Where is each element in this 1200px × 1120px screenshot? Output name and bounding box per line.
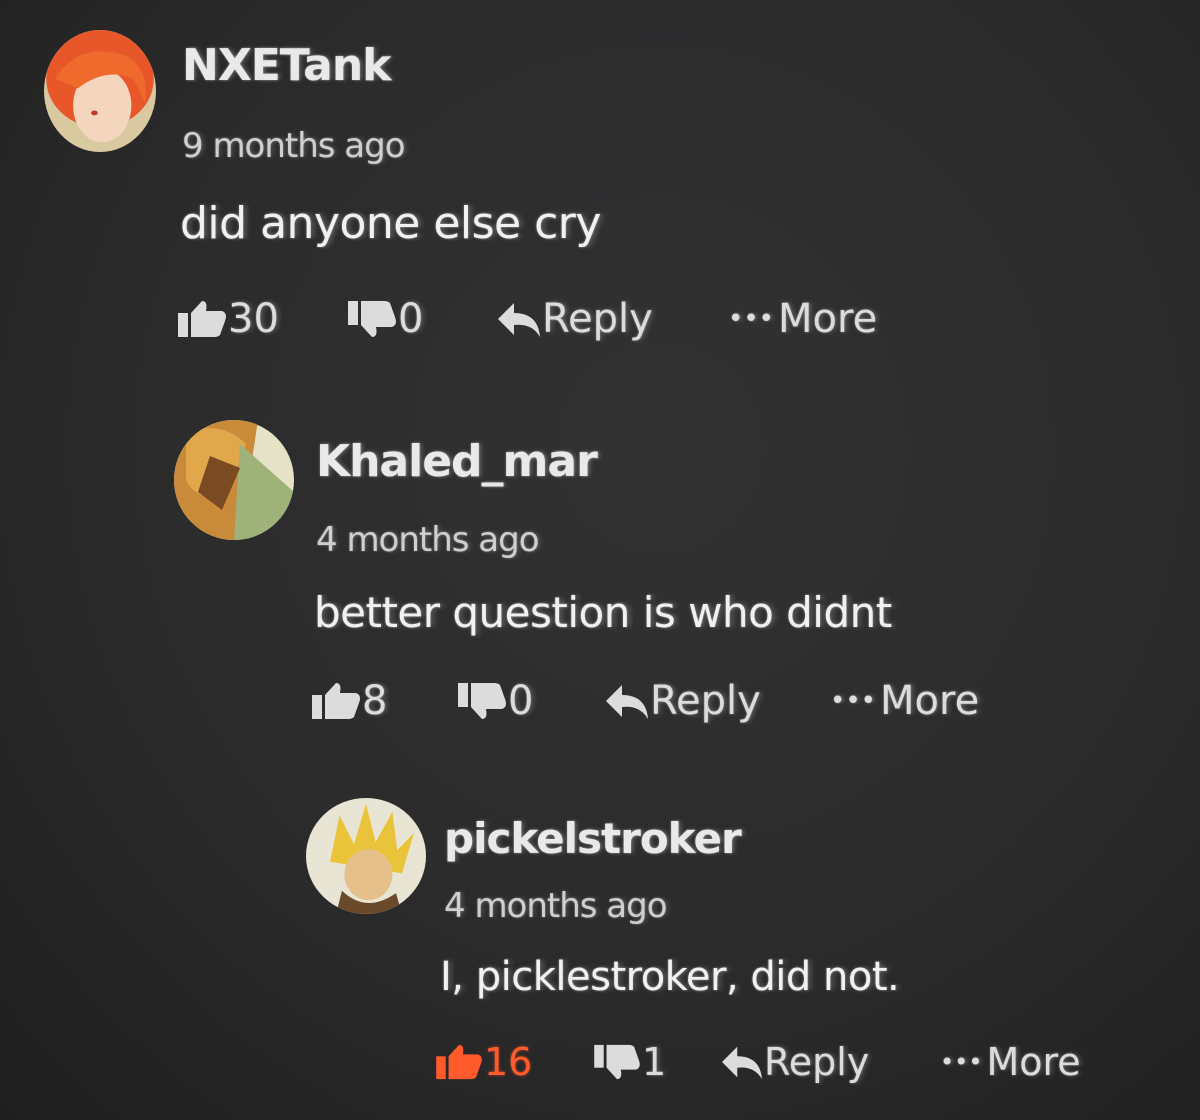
dislike-count: 0 [398, 296, 424, 342]
reply-label: Reply [650, 678, 761, 724]
reply-button[interactable]: Reply [720, 1040, 940, 1084]
dislike-button[interactable]: 0 [456, 678, 604, 724]
ellipsis-icon: ••• [940, 1048, 983, 1076]
more-label: More [880, 678, 980, 724]
thumbs-up-icon [310, 681, 362, 721]
dislike-button[interactable]: 1 [592, 1040, 720, 1084]
avatar-orange-hair-icon [44, 30, 156, 152]
reply-label: Reply [764, 1040, 870, 1084]
comment-body: better question is who didnt [314, 588, 892, 637]
like-button[interactable]: 30 [176, 296, 346, 342]
comment-actions: 16 1 Reply ••• More [434, 1040, 1081, 1084]
reply-button[interactable]: Reply [496, 296, 728, 342]
comment-actions: 30 0 Reply ••• More [176, 296, 877, 342]
username[interactable]: NXETank [182, 40, 391, 91]
reply-arrow-icon [720, 1043, 764, 1081]
reply-arrow-icon [604, 681, 650, 721]
avatar[interactable] [174, 420, 294, 540]
like-count: 16 [484, 1040, 533, 1084]
like-button[interactable]: 16 [434, 1040, 592, 1084]
ellipsis-icon: ••• [728, 304, 775, 334]
avatar[interactable] [44, 30, 156, 152]
timestamp: 4 months ago [444, 886, 668, 926]
comment-body: I, picklestroker, did not. [440, 954, 900, 1000]
reply-arrow-icon [496, 299, 542, 339]
dislike-count: 0 [508, 678, 534, 724]
like-button[interactable]: 8 [310, 678, 456, 724]
thumbs-up-icon [176, 299, 228, 339]
avatar-spiky-hair-icon [306, 798, 426, 914]
username[interactable]: pickelstroker [444, 814, 742, 863]
reply-label: Reply [542, 296, 653, 342]
ellipsis-icon: ••• [830, 686, 877, 716]
thumbs-down-icon [346, 299, 398, 339]
username[interactable]: Khaled_mar [316, 436, 598, 487]
like-count: 8 [362, 678, 388, 724]
avatar-anime-character-icon [174, 420, 294, 540]
timestamp: 4 months ago [316, 520, 540, 560]
comment-actions: 8 0 Reply ••• More [310, 678, 979, 724]
timestamp: 9 months ago [182, 126, 406, 166]
dislike-button[interactable]: 0 [346, 296, 496, 342]
comment-body: did anyone else cry [180, 198, 601, 249]
more-button[interactable]: ••• More [940, 1040, 1081, 1084]
more-label: More [986, 1040, 1081, 1084]
thumbs-down-icon [592, 1043, 642, 1081]
avatar[interactable] [306, 798, 426, 914]
thumbs-up-icon [434, 1043, 484, 1081]
dislike-count: 1 [642, 1040, 667, 1084]
more-button[interactable]: ••• More [728, 296, 877, 342]
thumbs-down-icon [456, 681, 508, 721]
more-button[interactable]: ••• More [830, 678, 979, 724]
reply-button[interactable]: Reply [604, 678, 830, 724]
more-label: More [778, 296, 878, 342]
like-count: 30 [228, 296, 279, 342]
